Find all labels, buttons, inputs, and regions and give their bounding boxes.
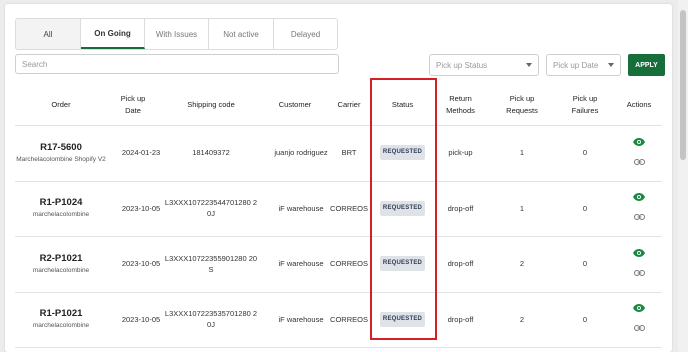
eye-icon[interactable] [633, 137, 645, 149]
status-cell: REQUESTED [372, 125, 433, 181]
pickup-failures-cell: 0 [582, 203, 588, 213]
order-code[interactable]: R1-P1024 [40, 197, 83, 208]
link-icon[interactable] [633, 212, 645, 223]
status-badge: REQUESTED [379, 311, 426, 327]
store-name: marchelacolombine [32, 266, 90, 274]
carrier-cell: CORREOS [330, 259, 368, 269]
header-pickup-date: Pick up Date [120, 93, 146, 115]
eye-icon[interactable] [633, 248, 645, 260]
header-actions: Actions [626, 99, 652, 109]
header-shipping-code: Shipping code [187, 99, 235, 109]
header-status: Status [391, 99, 414, 109]
shipping-code-cell: 181409372 [158, 125, 264, 181]
pickup-requests-cell: 2 [519, 259, 525, 269]
pickup-failures-cell: 0 [582, 314, 588, 324]
tab-delayed[interactable]: Delayed [274, 19, 337, 49]
shipping-code-cell: L3XXX107223535701280 20J [158, 292, 264, 348]
pickup-failures-cell: 0 [582, 148, 588, 158]
status-badge: REQUESTED [379, 256, 426, 272]
shipping-code-cell: L3XXX10722355901280 20S [158, 236, 264, 292]
actions-cell [614, 236, 664, 292]
store-name: Marchelacolombine Shopify V2 [16, 155, 106, 163]
header-customer: Customer [278, 99, 312, 109]
shipping-code: 181409372 [192, 148, 230, 158]
chevron-down-icon [608, 63, 614, 67]
return-method-cell: drop-off [447, 203, 474, 213]
link-icon[interactable] [633, 268, 645, 279]
shipping-code: L3XXX107223535701280 20J [164, 309, 258, 330]
pickup-status-placeholder: Pick up Status [436, 60, 488, 70]
eye-icon[interactable] [633, 304, 645, 315]
pickup-status-select[interactable]: Pick up Status [429, 54, 539, 76]
store-name: marchelacolombine [32, 211, 90, 219]
status-cell: REQUESTED [372, 292, 433, 348]
scrollbar[interactable] [678, 0, 688, 352]
header-carrier: Carrier [337, 99, 361, 109]
eye-icon[interactable] [633, 193, 645, 204]
tab-with-issues[interactable]: With Issues [145, 19, 209, 49]
status-cell: REQUESTED [372, 236, 433, 292]
order-cell: R2-P1021 marchelacolombine [15, 236, 107, 292]
header-pickup-requests: Pick up Requests [506, 93, 538, 115]
status-badge: REQUESTED [379, 145, 426, 161]
tab-not-active[interactable]: Not active [209, 19, 274, 49]
actions-cell [614, 292, 664, 348]
return-method-cell: drop-off [447, 314, 474, 324]
pickup-date-select[interactable]: Pick up Date [546, 54, 621, 76]
return-method-cell: pick-up [448, 148, 473, 158]
link-icon[interactable] [633, 157, 645, 168]
store-name: marchelacolombine [32, 322, 90, 330]
row-divider [15, 347, 662, 348]
shipping-code: L3XXX10722355901280 20S [164, 253, 258, 274]
tab-on-going[interactable]: On Going [81, 19, 145, 49]
return-method-cell: drop-off [447, 259, 474, 269]
scrollbar-thumb[interactable] [680, 10, 686, 160]
pickup-requests-cell: 1 [519, 203, 525, 213]
chevron-down-icon [526, 63, 532, 67]
pickup-requests-cell: 1 [519, 148, 525, 158]
actions-cell [614, 125, 664, 181]
order-cell: R1-P1021 marchelacolombine [15, 292, 107, 348]
carrier-cell: CORREOS [330, 203, 368, 213]
carrier-cell: CORREOS [330, 314, 368, 324]
tab-all[interactable]: All [16, 19, 81, 49]
order-cell: R17-5600 Marchelacolombine Shopify V2 [15, 125, 107, 181]
shipping-code: L3XXX107223544701280 20J [164, 198, 258, 219]
pickup-requests-cell: 2 [519, 314, 525, 324]
order-code[interactable]: R1-P1021 [40, 308, 83, 319]
carrier-cell: BRT [341, 148, 357, 158]
search-input[interactable]: Search [15, 54, 339, 74]
status-badge: REQUESTED [379, 200, 426, 216]
actions-cell [614, 181, 664, 237]
order-code[interactable]: R2-P1021 [40, 253, 83, 264]
order-cell: R1-P1024 marchelacolombine [15, 181, 107, 237]
status-cell: REQUESTED [372, 181, 433, 237]
shipping-code-cell: L3XXX107223544701280 20J [158, 181, 264, 237]
pickup-failures-cell: 0 [582, 259, 588, 269]
header-pickup-failures: Pick up Failures [571, 93, 599, 115]
apply-button[interactable]: APPLY [628, 54, 665, 76]
status-tabs: All On Going With Issues Not active Dela… [15, 18, 338, 50]
link-icon[interactable] [633, 323, 645, 334]
header-return-methods: Return Methods [446, 93, 475, 115]
pickup-date-placeholder: Pick up Date [553, 60, 599, 70]
order-code[interactable]: R17-5600 [40, 142, 82, 153]
header-order: Order [51, 99, 71, 109]
returns-card: All On Going With Issues Not active Dela… [5, 4, 672, 352]
